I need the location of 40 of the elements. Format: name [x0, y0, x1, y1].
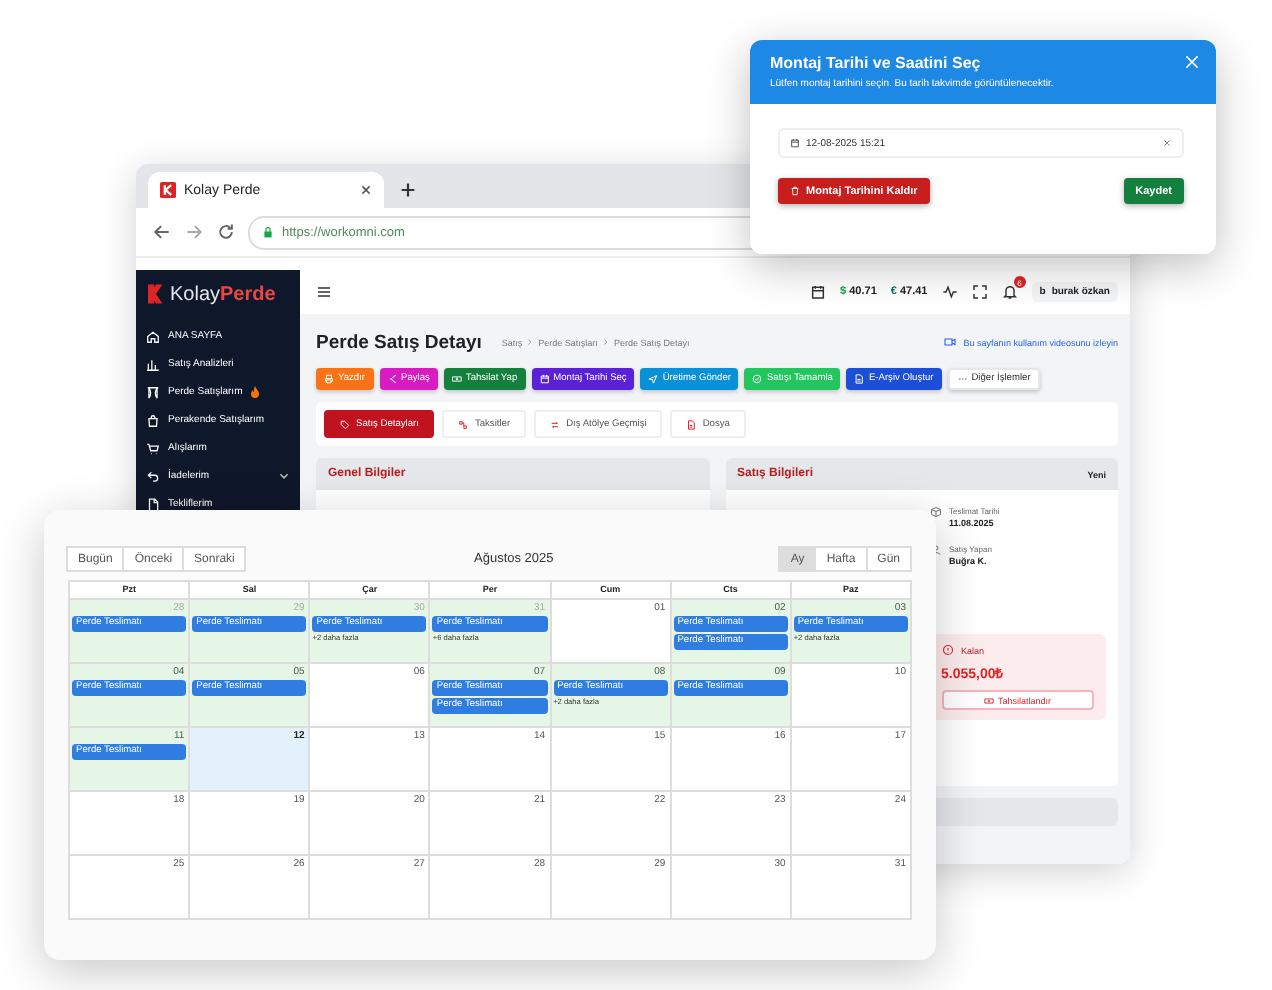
page-title: Perde Satış Detayı — [316, 331, 482, 353]
video-icon — [943, 336, 956, 348]
plus-icon[interactable] — [400, 182, 416, 198]
home-icon — [146, 329, 160, 343]
bell-icon[interactable] — [1001, 284, 1018, 300]
share-icon — [387, 374, 398, 384]
dialog-title: Montaj Tarihi ve Saatini Seç — [770, 54, 983, 72]
reload-icon[interactable] — [216, 222, 236, 242]
flame-icon — [250, 386, 261, 398]
box-icon — [929, 506, 941, 518]
activity-icon[interactable] — [941, 284, 958, 300]
printer-icon — [324, 374, 334, 384]
banknote-icon — [983, 695, 994, 705]
lock-icon — [262, 226, 274, 238]
bar-chart-icon — [146, 357, 160, 371]
calendar-icon — [539, 374, 550, 384]
return-icon — [146, 469, 160, 483]
alert-icon — [941, 644, 953, 656]
chevron-icon — [278, 470, 290, 482]
tag-icon — [340, 419, 350, 429]
clear-icon[interactable] — [1162, 138, 1172, 148]
document-icon — [686, 419, 697, 429]
cart-icon — [146, 441, 160, 455]
logo-icon — [148, 284, 164, 304]
calendar-icon[interactable] — [810, 284, 827, 300]
logo-icon — [160, 182, 176, 198]
logo-text: KolayPerde — [170, 283, 276, 305]
bag-icon — [146, 413, 160, 427]
back-icon[interactable] — [152, 222, 172, 242]
fullscreen-icon[interactable] — [971, 284, 988, 300]
swap-icon — [550, 419, 561, 429]
document-icon — [854, 374, 865, 384]
curtain-icon — [146, 385, 160, 399]
dots-icon — [957, 374, 968, 384]
trash-icon — [790, 186, 800, 196]
calendar-icon — [790, 138, 800, 148]
banknote-icon — [451, 374, 462, 384]
send-icon — [648, 374, 659, 384]
close-icon[interactable] — [360, 184, 372, 196]
menu-icon[interactable] — [316, 284, 332, 300]
